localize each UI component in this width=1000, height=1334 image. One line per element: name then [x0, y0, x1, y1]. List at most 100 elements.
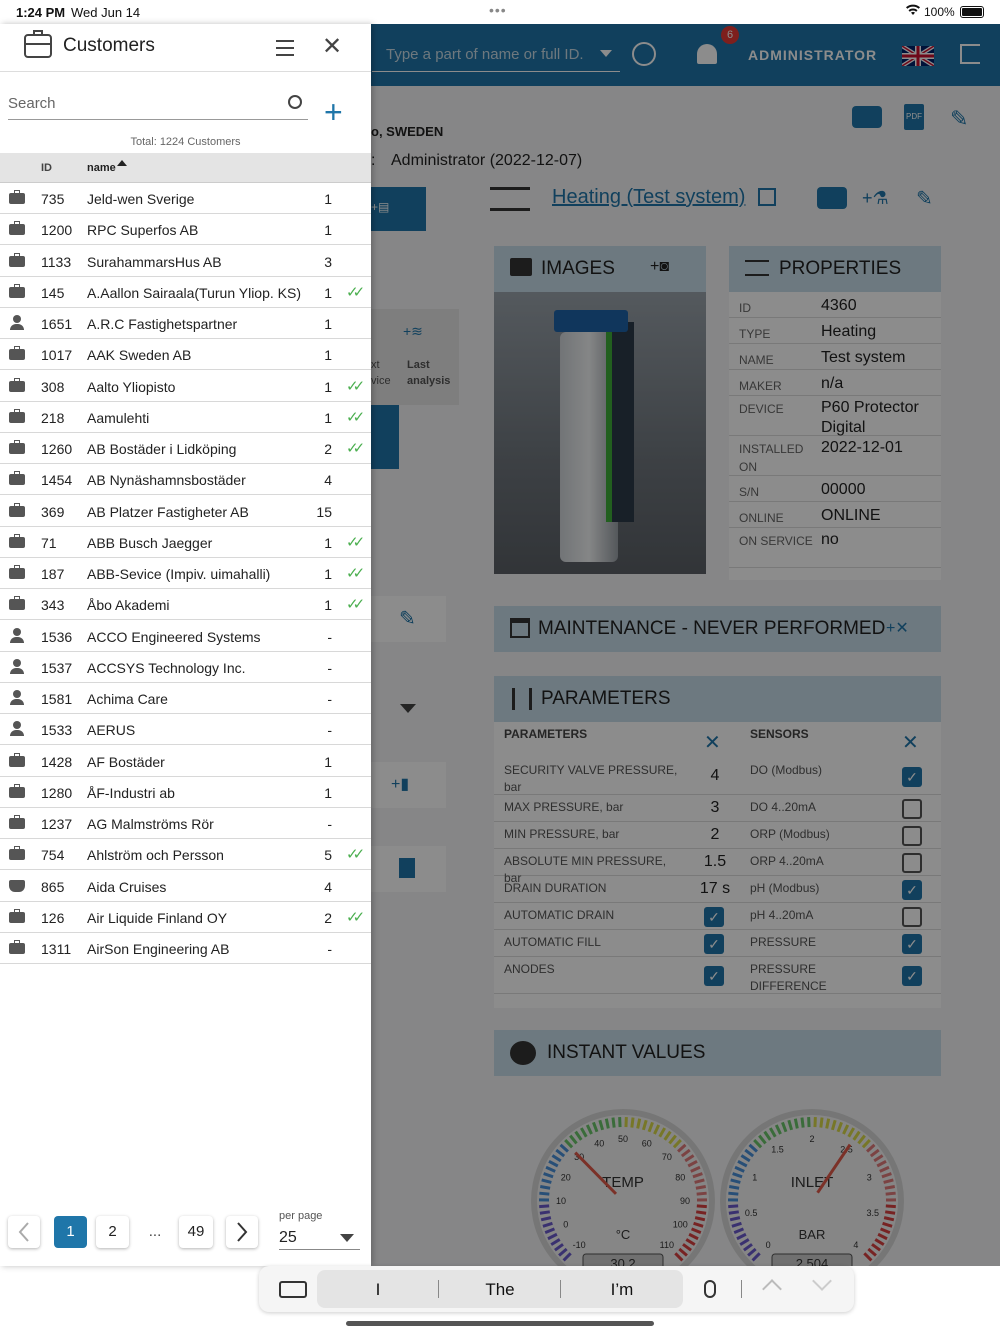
drawer-title: Customers [63, 35, 155, 56]
customer-name: Aalto Yliopisto [87, 378, 176, 395]
table-row[interactable]: 1537 ACCSYS Technology Inc. - [0, 652, 371, 683]
col-id[interactable]: ID [41, 162, 52, 174]
add-customer-button[interactable]: + [324, 96, 343, 128]
table-row[interactable]: 308 Aalto Yliopisto 1 ✓✓ [0, 371, 371, 402]
system-count: 1 [324, 753, 332, 770]
person-icon [10, 721, 24, 737]
status-bar: 1:24 PM Wed Jun 14 ••• 100% [0, 0, 1000, 24]
prev-page-button[interactable] [8, 1216, 40, 1248]
table-row[interactable]: 1280 ÅF-Industri ab 1 [0, 777, 371, 808]
search-input[interactable]: Search [8, 88, 308, 120]
table-row[interactable]: 1200 RPC Superfos AB 1 [0, 214, 371, 246]
table-row[interactable]: 1260 AB Bostäder i Lidköping 2 ✓✓ [0, 433, 371, 464]
page-2-button[interactable]: 2 [96, 1216, 129, 1248]
wifi-icon [905, 4, 921, 19]
system-count: 2 [324, 909, 332, 926]
customer-id: 1536 [41, 628, 73, 645]
table-row[interactable]: 1017 AAK Sweden AB 1 [0, 339, 371, 371]
customer-id: 1537 [41, 659, 73, 676]
double-check-icon: ✓✓ [346, 908, 365, 926]
system-count: 1 [324, 534, 332, 551]
customer-name: AAK Sweden AB [87, 347, 192, 364]
home-indicator[interactable] [346, 1321, 654, 1326]
briefcase-icon [9, 752, 25, 767]
table-row[interactable]: 1581 Achima Care - [0, 683, 371, 714]
person-icon [10, 690, 24, 706]
briefcase-icon [9, 440, 25, 454]
customer-name: ACCSYS Technology Inc. [87, 659, 246, 676]
battery-icon [960, 6, 984, 18]
system-count: - [327, 722, 332, 739]
customer-id: 71 [41, 534, 57, 551]
microphone-icon[interactable] [704, 1280, 716, 1298]
page-1-button[interactable]: 1 [54, 1216, 87, 1248]
table-row[interactable]: 1428 AF Bostäder 1 [0, 746, 371, 777]
per-page-select[interactable]: 25 [279, 1226, 360, 1250]
briefcase-icon [24, 30, 52, 58]
table-row[interactable]: 1454 AB Nynäshamnsbostäder 4 [0, 464, 371, 496]
briefcase-icon [9, 846, 25, 861]
briefcase-icon [9, 533, 25, 548]
multitask-dots-icon[interactable]: ••• [489, 2, 507, 18]
keyboard-icon[interactable] [279, 1281, 307, 1298]
briefcase-icon [9, 377, 25, 392]
system-count: 1 [324, 284, 332, 301]
table-row[interactable]: 145 A.Aallon Sairaala(Turun Yliop. KS) 1 ✓✓ [0, 277, 371, 308]
customer-id: 735 [41, 191, 65, 207]
search-icon[interactable] [288, 95, 302, 109]
col-name[interactable]: name [87, 162, 116, 174]
table-row[interactable]: 1536 ACCO Engineered Systems - [0, 621, 371, 652]
briefcase-icon [9, 940, 25, 954]
briefcase-icon [9, 908, 25, 923]
double-check-icon: ✓✓ [346, 565, 365, 582]
suggestion-2[interactable]: The [460, 1280, 540, 1300]
system-count: 1 [324, 378, 332, 395]
chevron-down-icon[interactable] [812, 1271, 832, 1291]
customer-id: 1133 [41, 253, 72, 270]
table-row[interactable]: 126 Air Liquide Finland OY 2 ✓✓ [0, 902, 371, 933]
table-row[interactable]: 1133 SurahammarsHus AB 3 [0, 246, 371, 277]
system-count: - [327, 816, 332, 832]
table-row[interactable]: 218 Aamulehti 1 ✓✓ [0, 402, 371, 433]
table-row[interactable]: 1651 A.R.C Fastighetspartner 1 [0, 308, 371, 339]
system-count: - [327, 691, 332, 707]
table-row[interactable]: 343 Åbo Akademi 1 ✓✓ [0, 589, 371, 621]
double-check-icon: ✓✓ [346, 283, 365, 301]
table-row[interactable]: 1533 AERUS - [0, 714, 371, 746]
sort-asc-icon [117, 160, 127, 166]
system-count: 1 [324, 784, 332, 801]
table-row[interactable]: 865 Aida Cruises 4 [0, 871, 371, 902]
customer-id: 187 [41, 566, 65, 582]
ship-icon [9, 879, 25, 892]
customer-id: 865 [41, 878, 65, 895]
briefcase-icon [9, 408, 25, 423]
table-row[interactable]: 187 ABB-Sevice (Impiv. uimahalli) 1 ✓✓ [0, 558, 371, 589]
table-row[interactable]: 1311 AirSon Engineering AB - [0, 933, 371, 964]
table-row[interactable]: 369 AB Platzer Fastigheter AB 15 [0, 496, 371, 527]
customer-name: A.Aallon Sairaala(Turun Yliop. KS) [87, 284, 301, 301]
table-row[interactable]: 1237 AG Malmströms Rör - [0, 808, 371, 839]
customer-name: ACCO Engineered Systems [87, 628, 261, 645]
customer-id: 218 [41, 409, 65, 426]
customer-id: 1533 [41, 722, 73, 739]
table-row[interactable]: 71 ABB Busch Jaegger 1 ✓✓ [0, 527, 371, 558]
filter-icon[interactable] [276, 40, 294, 56]
chevron-up-icon[interactable] [762, 1279, 782, 1299]
suggestion-1[interactable]: I [338, 1280, 418, 1300]
customer-id: 754 [41, 847, 65, 864]
customer-name: AERUS [87, 722, 136, 739]
page-49-button[interactable]: 49 [179, 1216, 213, 1248]
table-row[interactable]: 754 Ahlström och Persson 5 ✓✓ [0, 839, 371, 871]
caret-down-icon [340, 1234, 354, 1242]
system-count: 4 [324, 878, 332, 895]
double-check-icon: ✓✓ [346, 846, 365, 864]
briefcase-icon [9, 596, 25, 611]
customer-id: 1428 [41, 753, 73, 770]
suggestion-3[interactable]: I’m [582, 1280, 662, 1300]
close-icon[interactable]: ✕ [322, 32, 342, 61]
next-page-button[interactable] [226, 1216, 258, 1248]
system-count: 5 [324, 847, 332, 864]
per-page-label: per page [279, 1210, 323, 1222]
table-row[interactable]: 735 Jeld-wen Sverige 1 [0, 183, 371, 214]
table-header: ID name [0, 153, 371, 183]
